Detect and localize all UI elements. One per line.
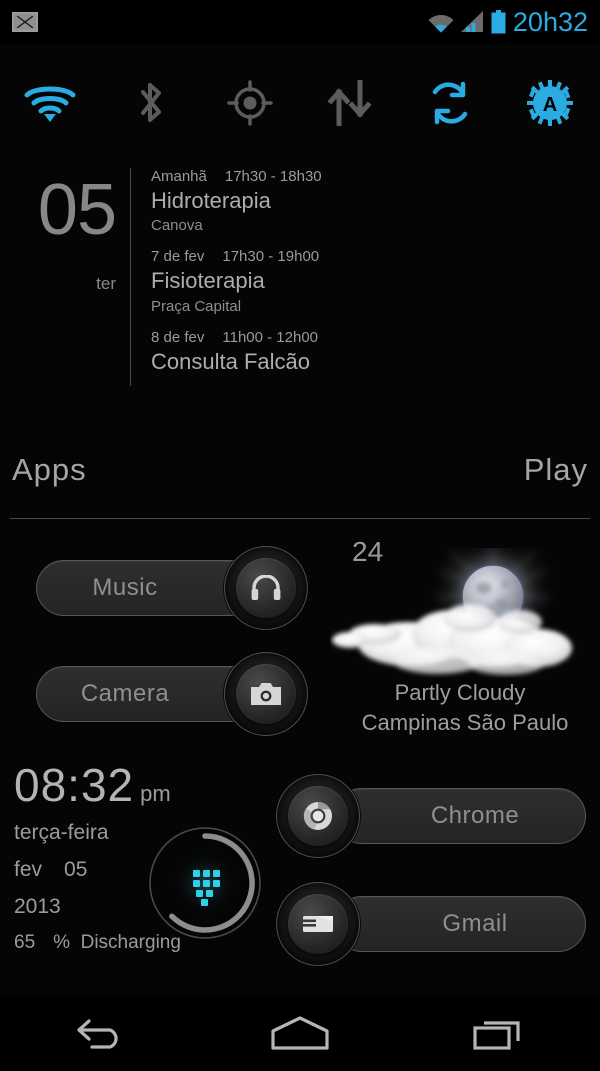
calendar-day-of-week: ter — [96, 274, 116, 294]
weather-condition: Partly Cloudy — [394, 680, 526, 705]
gmail-shortcut[interactable]: Gmail — [276, 882, 586, 966]
event-title: Consulta Falcão — [151, 348, 310, 374]
nav-home-button[interactable] — [200, 995, 400, 1071]
orb-inner — [236, 664, 296, 724]
gmail-icon — [12, 12, 38, 32]
music-icon-button[interactable] — [224, 546, 308, 630]
headphones-icon — [251, 575, 281, 600]
sync-icon — [432, 81, 468, 125]
wifi-icon — [428, 15, 454, 33]
cell-signal-icon — [460, 11, 483, 32]
quick-toggles-row: A — [0, 58, 600, 148]
app-drawer-button[interactable] — [148, 826, 262, 940]
calendar-day-number: 05 — [37, 170, 117, 250]
battery-icon — [491, 10, 506, 34]
clock-month: fev — [14, 858, 43, 881]
status-bar-notifications — [0, 12, 38, 32]
chrome-icon — [303, 802, 332, 830]
moon-behind-clouds-icon — [332, 548, 572, 675]
event-date: Amanhã — [151, 168, 207, 185]
event-meta: 7 de fev 17h30 - 19h00 — [151, 248, 322, 265]
wifi-toggle[interactable] — [0, 58, 100, 148]
chrome-shortcut[interactable]: Chrome — [276, 774, 586, 858]
navigation-bar — [0, 995, 600, 1071]
percent-symbol: % — [53, 932, 71, 953]
nav-recents-button[interactable] — [400, 995, 600, 1071]
autobrightness-toggle[interactable]: A — [500, 58, 600, 148]
chrome-icon-button[interactable] — [276, 774, 360, 858]
calendar-widget[interactable]: 05 ter Amanhã 17h30 - 18h30 Hidroterapia … — [0, 160, 600, 420]
orb-inner — [288, 894, 348, 954]
status-bar-system-icons: 20h32 — [428, 6, 600, 37]
home-icon — [271, 1016, 329, 1050]
clock-time: 08:32 — [14, 759, 135, 811]
status-bar-clock: 20h32 — [512, 6, 588, 37]
event-meta: 8 de fev 11h00 - 12h00 — [151, 329, 322, 346]
back-arrow-icon — [77, 1019, 118, 1049]
play-label[interactable]: Play — [524, 452, 588, 488]
calendar-date-block: 05 ter — [0, 160, 130, 420]
weather-widget[interactable]: 24 Partly Cloudy Campinas São Paulo — [330, 528, 600, 748]
nav-back-button[interactable] — [0, 995, 200, 1071]
calendar-event[interactable]: Amanhã 17h30 - 18h30 Hidroterapia Canova — [151, 168, 322, 234]
event-time: 17h30 - 18h30 — [224, 168, 322, 185]
event-time: 11h00 - 12h00 — [222, 328, 319, 346]
calendar-event[interactable]: 7 de fev 17h30 - 19h00 Fisioterapia Praça… — [151, 248, 322, 314]
clock-ampm: pm — [140, 781, 171, 806]
camera-shortcut[interactable]: Camera — [36, 652, 308, 736]
event-title: Hidroterapia — [151, 188, 271, 213]
calendar-event[interactable]: 8 de fev 11h00 - 12h00 Consulta Falcão — [151, 329, 322, 375]
chrome-pill[interactable]: Chrome — [334, 788, 586, 844]
calendar-event-list: Amanhã 17h30 - 18h30 Hidroterapia Canova … — [131, 160, 322, 420]
bluetooth-icon — [141, 83, 161, 122]
battery-percent: 65 — [14, 932, 36, 953]
apps-label[interactable]: Apps — [12, 452, 87, 488]
event-time: 17h30 - 19h00 — [222, 248, 320, 266]
clock-time-row: 08:32 pm — [14, 762, 284, 808]
orb-inner — [236, 558, 296, 618]
data-toggle[interactable] — [300, 58, 400, 148]
sync-toggle[interactable] — [400, 58, 500, 148]
app-drawer-ring — [149, 827, 261, 939]
event-location: Praça Capital — [151, 297, 242, 315]
clock-day: 05 — [64, 858, 88, 881]
gmail-icon — [303, 916, 333, 932]
auto-brightness-icon: A — [527, 80, 573, 126]
gps-toggle[interactable] — [200, 58, 300, 148]
wifi-icon — [24, 86, 76, 122]
music-shortcut[interactable]: Music — [36, 546, 308, 630]
bluetooth-toggle[interactable] — [100, 58, 200, 148]
status-bar[interactable]: 20h32 — [0, 0, 600, 44]
chrome-label: Chrome — [430, 802, 520, 829]
location-icon — [227, 80, 273, 126]
event-meta: Amanhã 17h30 - 18h30 — [151, 168, 322, 185]
section-divider — [10, 518, 590, 519]
gmail-label: Gmail — [442, 910, 508, 937]
weather-location: Campinas São Paulo — [361, 710, 569, 735]
recents-icon — [473, 1021, 520, 1050]
camera-icon-button[interactable] — [224, 652, 308, 736]
event-location: Canova — [151, 217, 203, 235]
event-title: Fisioterapia — [151, 268, 265, 294]
camera-icon — [251, 683, 281, 705]
svg-text:A: A — [543, 94, 557, 116]
orb-inner — [288, 786, 348, 846]
apps-play-row: Apps Play — [0, 444, 600, 520]
data-transfer-icon — [327, 80, 372, 126]
gmail-pill[interactable]: Gmail — [334, 896, 586, 952]
gmail-icon-button[interactable] — [276, 882, 360, 966]
event-date: 8 de fev — [151, 328, 205, 346]
event-date: 7 de fev — [151, 248, 205, 266]
